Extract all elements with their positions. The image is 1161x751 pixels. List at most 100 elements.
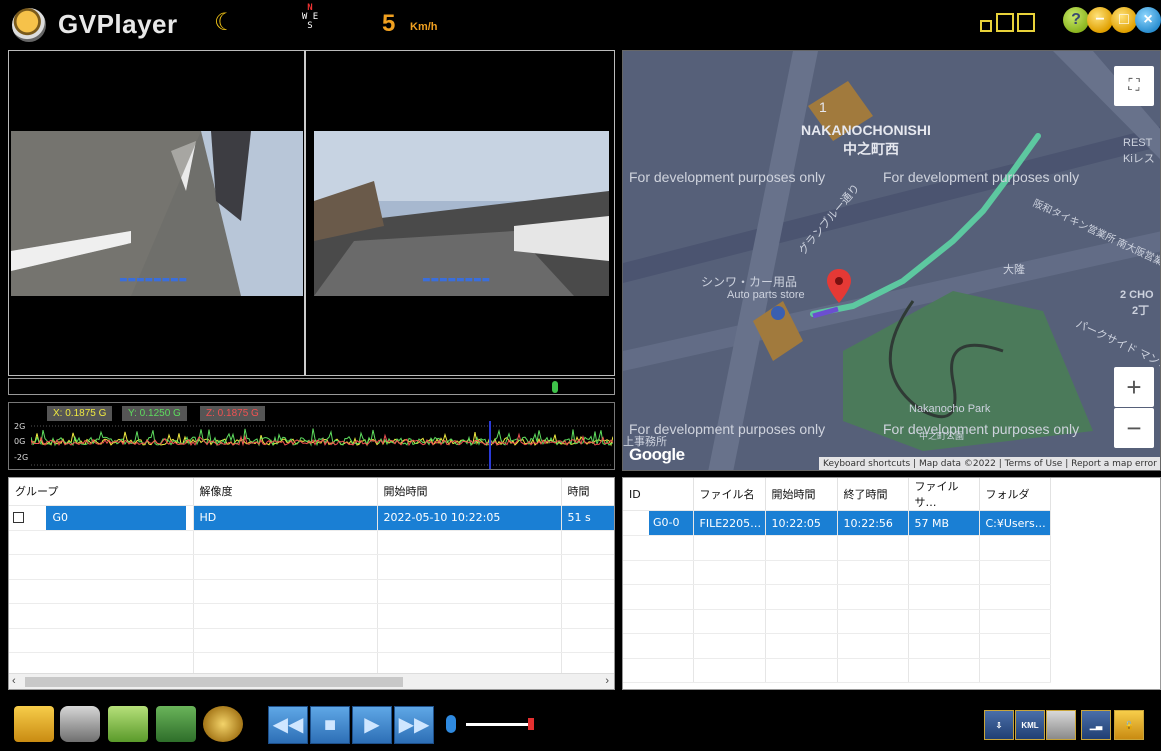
map-place-shop: シンワ・カー用品 <box>701 275 798 289</box>
end-time-cell[interactable]: 10:22:56 <box>837 510 909 536</box>
map-poi-label: REST <box>1123 137 1153 149</box>
column-header-duration[interactable]: 時間 <box>561 478 614 506</box>
front-camera-image: ▬▬▬▬▬▬▬▬ <box>11 131 303 296</box>
bottom-toolbar: ◀◀ ■ ▶ ▶▶ ⇩ KML ▁▃ 🔓 <box>0 698 1161 751</box>
map-chome-label-jp: 2丁 <box>1132 305 1150 317</box>
horizontal-scrollbar[interactable]: ‹ › <box>9 673 614 689</box>
column-header-folder[interactable]: フォルダ <box>979 478 1051 511</box>
map-icon[interactable] <box>1046 710 1076 740</box>
table-row <box>9 554 614 580</box>
layout-small-icon[interactable] <box>980 20 992 32</box>
play-button[interactable]: ▶ <box>352 706 392 744</box>
report-error-link[interactable]: Report a map error <box>1071 459 1157 469</box>
snapshot-camera-icon[interactable] <box>60 706 100 742</box>
location-pin-icon[interactable] <box>827 269 851 303</box>
lock-icon[interactable]: 🔓 <box>1114 710 1144 740</box>
group-cell[interactable]: G0 <box>9 505 194 531</box>
table-row <box>623 535 1051 561</box>
settings-gear-icon[interactable] <box>203 706 243 742</box>
export-icon[interactable]: ⇩ <box>984 710 1014 740</box>
table-row <box>623 560 1051 585</box>
layout-large-icon[interactable] <box>1017 13 1035 32</box>
video-area: ▬▬▬▬▬▬▬▬ ▬▬▬▬▬▬▬▬ <box>8 50 615 376</box>
close-button[interactable]: × <box>1135 7 1161 33</box>
timeline-bar[interactable] <box>8 378 615 395</box>
gsensor-plot <box>31 421 613 469</box>
stop-button[interactable]: ■ <box>310 706 350 744</box>
scroll-left-icon[interactable]: ‹ <box>12 675 16 687</box>
rewind-button[interactable]: ◀◀ <box>268 706 308 744</box>
keyboard-shortcuts-link[interactable]: Keyboard shortcuts <box>823 459 910 469</box>
fast-forward-button[interactable]: ▶▶ <box>394 706 434 744</box>
video-watermark: ▬▬▬▬▬▬▬▬ <box>119 275 188 285</box>
id-cell[interactable]: G0-0 <box>623 510 694 536</box>
table-row <box>623 633 1051 659</box>
folder-cell[interactable]: C:¥Users… <box>979 510 1051 536</box>
open-folder-icon[interactable] <box>14 706 54 742</box>
table-row <box>623 658 1051 683</box>
volume-icon[interactable] <box>446 715 456 733</box>
app-logo-icon <box>12 8 46 42</box>
table-row <box>623 584 1051 610</box>
resolution-cell[interactable]: HD <box>193 505 378 531</box>
column-header-end-time[interactable]: 終了時間 <box>837 478 909 511</box>
file-table: ID ファイル名 開始時間 終了時間 ファイルサ… フォルダ G0-0 FILE… <box>622 477 1161 690</box>
group-checkbox[interactable] <box>13 512 24 523</box>
volume-slider-knob[interactable] <box>528 718 534 730</box>
table-row[interactable]: G0-0 FILE2205… 10:22:05 10:22:56 57 MB C… <box>623 510 1051 536</box>
table-row[interactable]: G0 HD 2022-05-10 10:22:05 51 s <box>9 505 614 531</box>
gsensor-scale-mid: 0G <box>14 437 26 446</box>
start-time-cell[interactable]: 10:22:05 <box>765 510 838 536</box>
map-panel[interactable]: NAKANOCHONISHI 中之町西 1 For development pu… <box>622 50 1161 471</box>
map-footer: Keyboard shortcuts | Map data ©2022 | Te… <box>819 457 1160 470</box>
filesize-cell[interactable]: 57 MB <box>908 510 980 536</box>
scrollbar-thumb[interactable] <box>25 677 403 687</box>
map-park-label: Nakanocho Park <box>909 403 991 415</box>
map-place-shop-en: Auto parts store <box>727 289 805 301</box>
gsensor-graph[interactable]: X: 0.1875 G Y: 0.1250 G Z: 0.1875 G 2G 0… <box>8 402 615 470</box>
gsensor-y-value: Y: 0.1250 G <box>122 406 187 421</box>
column-header-group[interactable]: グループ <box>9 478 194 506</box>
terms-link[interactable]: Terms of Use <box>1005 459 1063 469</box>
delete-bin-icon[interactable] <box>156 706 196 742</box>
front-camera-view[interactable]: ▬▬▬▬▬▬▬▬ <box>9 51 306 375</box>
help-button[interactable]: ? <box>1063 7 1089 33</box>
scroll-right-icon[interactable]: › <box>605 675 609 687</box>
table-row <box>9 530 614 555</box>
rear-camera-view[interactable]: ▬▬▬▬▬▬▬▬ <box>308 51 614 375</box>
maximize-button[interactable]: □ <box>1111 7 1137 33</box>
map-area-name-jp: 中之町西 <box>843 141 899 157</box>
title-bar: GVPlayer ☾ N W E S 5 Km/h ? − □ × <box>0 0 1161 48</box>
column-header-resolution[interactable]: 解像度 <box>193 478 378 506</box>
start-time-cell[interactable]: 2022-05-10 10:22:05 <box>377 505 562 531</box>
kml-export-button[interactable]: KML <box>1015 710 1045 740</box>
minimize-button[interactable]: − <box>1087 7 1113 33</box>
gsensor-book-icon[interactable] <box>108 706 148 742</box>
map-dev-watermark: For development purposes only <box>629 169 826 185</box>
zoom-out-button[interactable]: − <box>1114 408 1154 448</box>
layout-medium-icon[interactable] <box>996 13 1014 32</box>
chart-icon[interactable]: ▁▃ <box>1081 710 1111 740</box>
fullscreen-button[interactable]: ⛶ <box>1114 66 1154 106</box>
zoom-in-button[interactable]: + <box>1114 367 1154 407</box>
group-name: G0 <box>45 505 186 529</box>
column-header-filename[interactable]: ファイル名 <box>693 478 766 511</box>
rear-camera-image: ▬▬▬▬▬▬▬▬ <box>314 131 609 296</box>
map-building-label: 大隆 <box>1003 264 1025 276</box>
playhead-marker[interactable] <box>552 381 558 393</box>
moon-icon[interactable]: ☾ <box>214 8 236 36</box>
column-header-start-time[interactable]: 開始時間 <box>377 478 562 506</box>
gvplayer-window: GVPlayer ☾ N W E S 5 Km/h ? − □ × ▬▬▬▬▬▬… <box>0 0 1161 751</box>
duration-cell[interactable]: 51 s <box>561 505 614 531</box>
map-dev-watermark: For development purposes only <box>883 169 1080 185</box>
volume-slider[interactable] <box>466 723 532 726</box>
filename-cell[interactable]: FILE2205… <box>693 510 766 536</box>
column-header-id[interactable]: ID <box>623 478 694 511</box>
map-chome-label: 2 CHO <box>1120 289 1154 301</box>
column-header-filesize[interactable]: ファイルサ… <box>908 478 980 511</box>
column-header-start-time[interactable]: 開始時間 <box>765 478 838 511</box>
map-dev-watermark: For development purposes only <box>883 421 1080 437</box>
map-data-text: Map data ©2022 <box>918 459 996 469</box>
table-row <box>9 628 614 653</box>
gsensor-scale-bottom: -2G <box>14 453 29 462</box>
